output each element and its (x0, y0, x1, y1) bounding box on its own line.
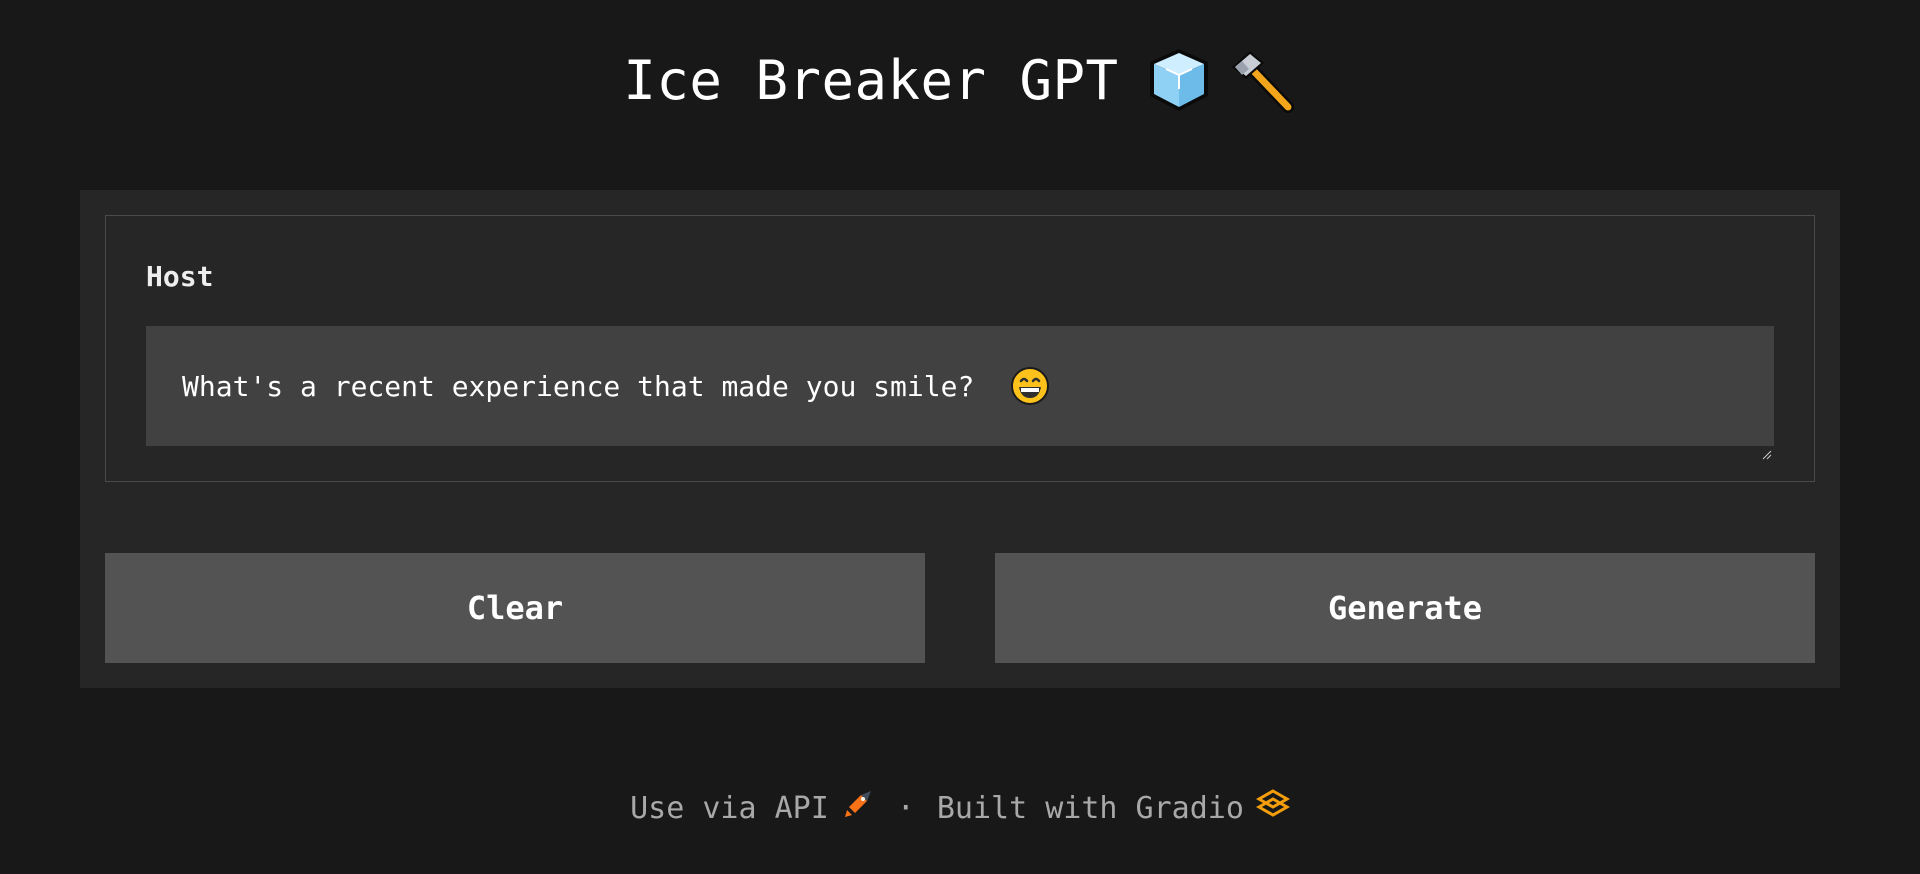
main-panel: Host What's a recent experience that mad… (80, 190, 1840, 688)
api-link[interactable]: Use via API (630, 787, 875, 829)
clear-button[interactable]: Clear (105, 553, 925, 663)
grinning-face-icon (1010, 366, 1050, 406)
footer: Use via API · Built with Gradio (0, 788, 1920, 828)
gradio-link[interactable]: Built with Gradio (937, 787, 1290, 829)
ice-cube-icon (1143, 44, 1215, 116)
gradio-link-label: Built with Gradio (936, 790, 1244, 826)
hammer-icon (1225, 44, 1297, 116)
gradio-logo-icon (1255, 787, 1290, 829)
host-textbox[interactable]: What's a recent experience that made you… (146, 326, 1774, 460)
page-title: Ice Breaker GPT (623, 48, 1119, 112)
host-label: Host (146, 260, 214, 293)
title-icons (1143, 44, 1297, 116)
page-header: Ice Breaker GPT (0, 40, 1920, 120)
host-text: What's a recent experience that made you… (182, 369, 975, 403)
resize-handle-icon[interactable] (1762, 434, 1772, 460)
generate-button[interactable]: Generate (995, 553, 1815, 663)
footer-separator: · (896, 790, 915, 826)
api-link-label: Use via API (630, 790, 829, 826)
host-block: Host What's a recent experience that mad… (105, 215, 1815, 482)
rocket-icon (841, 787, 875, 829)
